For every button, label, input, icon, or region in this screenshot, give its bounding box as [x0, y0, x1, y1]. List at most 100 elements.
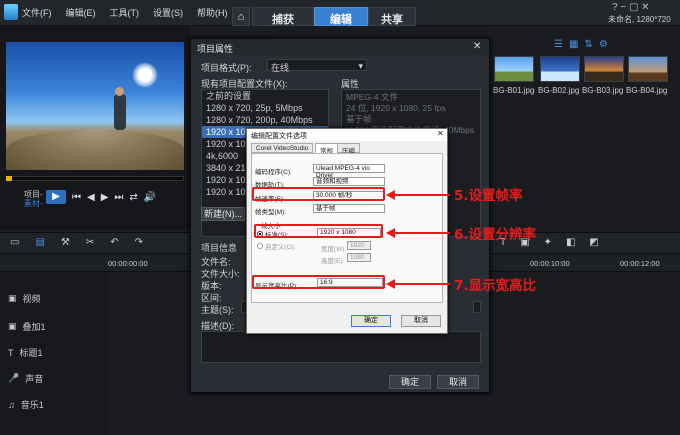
- prev-frame-button[interactable]: ◀: [87, 192, 95, 203]
- scrubber-handle[interactable]: [6, 176, 12, 181]
- overlay-track-icon: ▣: [8, 321, 17, 331]
- library-view-buttons: ☰ ▦ ⇅ ⚙: [554, 39, 608, 50]
- timecode-start: 00:00:00:00: [108, 259, 148, 268]
- thumbnail-4[interactable]: [628, 56, 668, 82]
- height-label: 高度(E):: [321, 258, 345, 265]
- subject-input-right[interactable]: [473, 301, 481, 313]
- graphic-icon[interactable]: ◧: [566, 237, 575, 248]
- storyboard-view-icon[interactable]: ▭: [10, 237, 19, 248]
- sort-icon[interactable]: ⇅: [584, 39, 592, 50]
- annotation-framerate: 5.设置帧率: [454, 188, 523, 204]
- list-item[interactable]: 1280 x 720, 25p, 5Mbps: [202, 102, 328, 114]
- new-profile-button[interactable]: 新建(N)...: [201, 207, 245, 221]
- track-video[interactable]: ▣ 视频: [8, 292, 41, 305]
- tools-icon[interactable]: ⚒: [61, 237, 70, 248]
- mic-icon: 🎤: [8, 373, 20, 383]
- resolution-highlight: [254, 224, 383, 238]
- list-view-icon[interactable]: ☰: [554, 39, 563, 50]
- close-icon[interactable]: ✕: [437, 129, 444, 138]
- person-head-graphic: [115, 87, 124, 96]
- timeline-view-icon[interactable]: ▤: [35, 237, 44, 248]
- arrow-line: [394, 232, 450, 234]
- thumbnail-3[interactable]: [584, 56, 624, 82]
- tab-capture[interactable]: 捕获: [252, 7, 314, 26]
- track-label: 声音: [25, 374, 44, 384]
- redo-icon[interactable]: ↷: [135, 237, 143, 248]
- width-label: 宽度(W):: [321, 246, 347, 253]
- width-input[interactable]: 1920: [347, 241, 371, 250]
- home-button[interactable]: ⏮: [72, 192, 81, 203]
- description-input[interactable]: [201, 331, 481, 363]
- format-select[interactable]: 在线 ▾: [267, 59, 367, 73]
- list-item[interactable]: 之前的设置: [202, 90, 328, 102]
- track-label: 音乐1: [20, 400, 44, 410]
- cancel-button[interactable]: 取消: [401, 315, 441, 327]
- tab-share[interactable]: 共享: [368, 7, 416, 26]
- project-mode-label[interactable]: 项目-: [24, 190, 43, 199]
- track-overlay[interactable]: ▣ 叠加1: [8, 320, 46, 333]
- thumbnail-1[interactable]: [494, 56, 534, 82]
- tab-compression[interactable]: 压缩: [337, 143, 360, 155]
- window-controls[interactable]: ? − ▢ ✕: [612, 2, 650, 13]
- thumbnail-2[interactable]: [540, 56, 580, 82]
- menu-tools[interactable]: 工具(T): [110, 6, 140, 19]
- format-label: 项目格式(P):: [201, 63, 252, 73]
- scrubber-bar[interactable]: [6, 176, 184, 181]
- cancel-button[interactable]: 取消: [437, 375, 479, 389]
- tab-corel[interactable]: Corel VideoStudio: [251, 143, 314, 153]
- title-track-icon: T: [8, 347, 14, 358]
- aspect-highlight: [252, 275, 385, 289]
- title-bar: 文件(F) 编辑(E) 工具(T) 设置(S) 帮助(H) ⌂ 捕获 编辑 共享…: [0, 0, 680, 26]
- ok-button[interactable]: 确定: [389, 375, 431, 389]
- next-frame-button[interactable]: ▶: [101, 192, 109, 203]
- tab-edit[interactable]: 编辑: [314, 7, 368, 26]
- filter-icon[interactable]: ✦: [544, 237, 552, 248]
- cut-icon[interactable]: ✂: [86, 237, 94, 248]
- close-icon[interactable]: ✕: [473, 41, 481, 52]
- framerate-highlight: [252, 187, 385, 201]
- codec-select[interactable]: Ulead MPEG-4 vio Driver: [313, 164, 385, 179]
- thumbnail-label: BG-B01.jpg: [493, 86, 535, 95]
- arrow-head-icon: [386, 190, 395, 200]
- ground-graphic: [6, 130, 184, 170]
- motion-icon[interactable]: ◩: [589, 237, 598, 248]
- radio-unchecked-icon: [257, 243, 263, 249]
- menu-file[interactable]: 文件(F): [22, 6, 52, 19]
- track-voice[interactable]: 🎤 声音: [8, 372, 43, 385]
- grid-view-icon[interactable]: ▦: [569, 39, 578, 50]
- music-icon: ♫: [8, 399, 15, 410]
- frametype-select[interactable]: 基于帧: [313, 204, 385, 213]
- video-track-icon: ▣: [8, 293, 17, 303]
- player-controls: ▶ ⏮ ◀ ▶ ⏭ ⇄ 🔊: [46, 190, 156, 204]
- tab-general[interactable]: 常规: [315, 143, 338, 155]
- arrow-head-icon: [386, 228, 395, 238]
- clip-mode-label[interactable]: 素材-: [24, 199, 43, 208]
- menu-edit[interactable]: 编辑(E): [66, 6, 96, 19]
- list-item[interactable]: 1280 x 720, 200p, 40Mbps: [202, 114, 328, 126]
- thumbnail-label: BG-B02.jpg: [538, 86, 580, 95]
- menu-help[interactable]: 帮助(H): [197, 6, 228, 19]
- annotation-aspect: 7.显示宽高比: [454, 278, 537, 294]
- preview-image: [6, 42, 184, 170]
- ok-button[interactable]: 确定: [351, 315, 391, 327]
- track-select[interactable]: 音频和视频: [313, 177, 385, 186]
- track-title[interactable]: T 标题1: [8, 346, 43, 359]
- height-input[interactable]: 1080: [347, 253, 371, 262]
- settings-icon[interactable]: ⚙: [599, 39, 608, 50]
- home-icon[interactable]: ⌂: [232, 7, 250, 26]
- track-label: 视频: [22, 294, 41, 304]
- undo-icon[interactable]: ↶: [110, 237, 118, 248]
- arrow-line: [394, 283, 450, 285]
- custom-radio[interactable]: 自定义(O):: [257, 241, 296, 251]
- track-music[interactable]: ♫ 音乐1: [8, 398, 44, 411]
- menu-settings[interactable]: 设置(S): [153, 6, 183, 19]
- end-button[interactable]: ⏭: [114, 192, 123, 203]
- property-line: 24 位, 1920 x 1080, 25 fps: [346, 103, 446, 113]
- track-label: 叠加1: [22, 322, 46, 332]
- play-button[interactable]: ▶: [46, 190, 66, 204]
- annotation-resolution: 6.设置分辨率: [454, 227, 537, 243]
- repeat-icon[interactable]: ⇄: [129, 192, 137, 203]
- volume-icon[interactable]: 🔊: [144, 192, 156, 203]
- project-info-label: 项目信息: [201, 243, 238, 253]
- frametype-label: 帧类型(M):: [255, 209, 287, 216]
